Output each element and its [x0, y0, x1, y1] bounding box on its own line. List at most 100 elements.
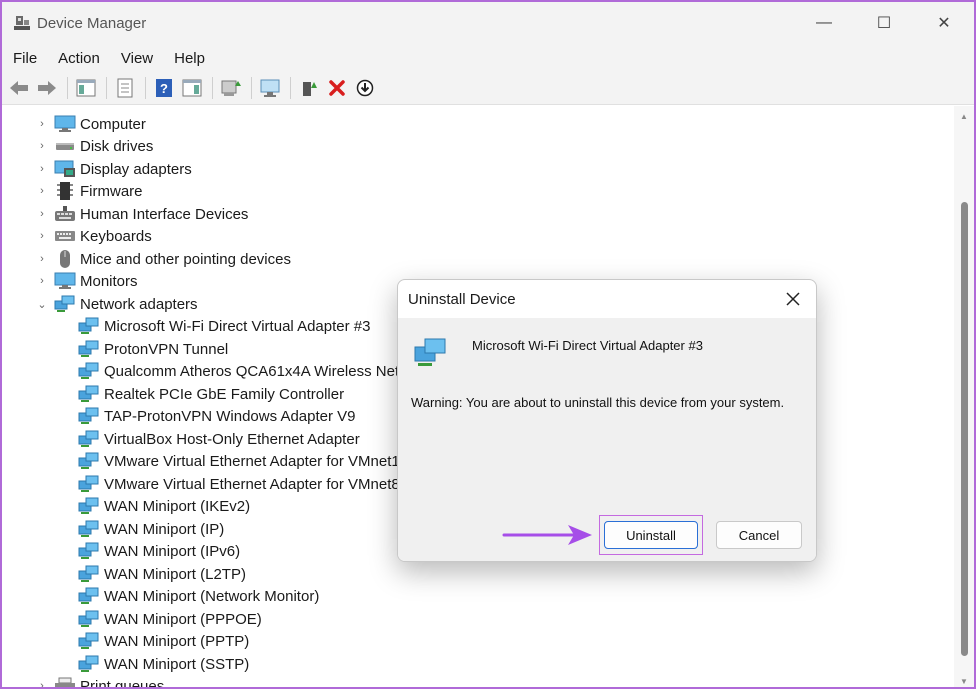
adapter-label: TAP-ProtonVPN Windows Adapter V9	[104, 407, 356, 425]
close-button[interactable]: ✕	[914, 2, 974, 44]
tree-item-keyboards[interactable]: › Keyboards	[2, 225, 152, 247]
chevron-right-icon[interactable]: ›	[36, 158, 48, 180]
help-button[interactable]: ?	[152, 76, 176, 100]
network-adapter-icon	[78, 474, 100, 494]
adapter-item[interactable]: WAN Miniport (PPTP)	[78, 630, 249, 652]
cancel-button[interactable]: Cancel	[716, 521, 802, 549]
chevron-right-icon[interactable]: ›	[36, 270, 48, 292]
menu-help[interactable]: Help	[174, 50, 205, 67]
vertical-scrollbar[interactable]: ▲ ▼	[954, 106, 974, 687]
network-adapter-icon	[78, 609, 100, 629]
adapter-label: VirtualBox Host-Only Ethernet Adapter	[104, 430, 360, 448]
tree-item-label: Keyboards	[80, 227, 152, 245]
adapter-item[interactable]: WAN Miniport (Network Monitor)	[78, 585, 319, 607]
adapter-item[interactable]: VMware Virtual Ethernet Adapter for VMne…	[78, 450, 400, 472]
adapter-label: VMware Virtual Ethernet Adapter for VMne…	[104, 452, 400, 470]
adapter-label: WAN Miniport (SSTP)	[104, 655, 250, 673]
scan-hardware-changes-button[interactable]	[258, 76, 282, 100]
tree-item-computer[interactable]: › Computer	[2, 113, 146, 135]
adapter-label: WAN Miniport (PPPOE)	[104, 610, 262, 628]
network-adapter-icon	[414, 338, 446, 366]
properties-icon	[117, 78, 133, 98]
adapter-item[interactable]: Realtek PCIe GbE Family Controller	[78, 383, 344, 405]
toolbar: ?	[2, 72, 974, 105]
chevron-right-icon[interactable]: ›	[36, 113, 48, 135]
uninstall-button[interactable]: Uninstall	[604, 521, 698, 549]
adapter-item[interactable]: Microsoft Wi-Fi Direct Virtual Adapter #…	[78, 315, 370, 337]
tree-item-label: Computer	[80, 115, 146, 133]
menu-view[interactable]: View	[121, 50, 153, 67]
adapter-label: WAN Miniport (PPTP)	[104, 632, 250, 650]
tree-item-label: Print queues	[80, 677, 165, 689]
tree-item-label: Disk drives	[80, 137, 154, 155]
tree-item-print-queues[interactable]: › Print queues	[2, 675, 165, 689]
forward-arrow-icon	[38, 81, 56, 95]
chevron-right-icon[interactable]: ›	[36, 203, 48, 225]
chevron-down-icon[interactable]: ⌄	[36, 293, 48, 315]
title-bar: Device Manager — ☐ ✕	[2, 2, 974, 44]
adapter-item[interactable]: WAN Miniport (IKEv2)	[78, 495, 250, 517]
adapter-item[interactable]: VMware Virtual Ethernet Adapter for VMne…	[78, 473, 400, 495]
disable-device-button[interactable]	[353, 76, 377, 100]
tree-item-network-adapters[interactable]: ⌄ Network adapters	[2, 293, 198, 315]
tree-item-label: Network adapters	[80, 295, 198, 313]
tree-item-human-interface-devices[interactable]: › Human Interface Devices	[2, 203, 248, 225]
adapter-item[interactable]: ProtonVPN Tunnel	[78, 338, 228, 360]
network-adapter-icon	[78, 429, 100, 449]
disk-drive-icon	[54, 136, 76, 156]
adapter-label: ProtonVPN Tunnel	[104, 340, 229, 358]
action-pane-button[interactable]	[180, 76, 204, 100]
adapter-item[interactable]: WAN Miniport (SSTP)	[78, 653, 249, 675]
adapter-item[interactable]: WAN Miniport (IPv6)	[78, 540, 240, 562]
maximize-button[interactable]: ☐	[854, 2, 914, 44]
adapter-item[interactable]: WAN Miniport (IP)	[78, 518, 224, 540]
tree-item-monitors[interactable]: › Monitors	[2, 270, 138, 292]
back-arrow-icon	[10, 81, 28, 95]
dialog-title: Uninstall Device	[408, 290, 516, 308]
help-icon: ?	[156, 79, 172, 97]
menu-bar: File Action View Help	[2, 44, 974, 72]
chevron-right-icon[interactable]: ›	[36, 248, 48, 270]
chevron-right-icon[interactable]: ›	[36, 675, 48, 687]
show-hide-console-tree-button[interactable]	[74, 76, 98, 100]
network-adapter-icon	[78, 586, 100, 606]
monitor-icon	[54, 271, 76, 291]
toolbar-separator	[106, 77, 107, 99]
tree-item-mice[interactable]: › Mice and other pointing devices	[2, 248, 291, 270]
console-tree-icon	[76, 79, 96, 97]
update-driver-button[interactable]	[219, 76, 243, 100]
network-adapter-icon	[78, 564, 100, 584]
adapter-item[interactable]: Qualcomm Atheros QCA61x4A Wireless Netwo	[78, 360, 418, 382]
tree-item-firmware[interactable]: › Firmware	[2, 180, 143, 202]
close-icon	[786, 292, 800, 306]
scroll-up-arrow-icon[interactable]: ▲	[954, 108, 974, 124]
minimize-button[interactable]: —	[794, 2, 854, 44]
tree-item-disk-drives[interactable]: › Disk drives	[2, 135, 153, 157]
network-adapter-icon	[54, 294, 76, 314]
dialog-close-button[interactable]	[778, 284, 808, 314]
adapter-label: VMware Virtual Ethernet Adapter for VMne…	[104, 475, 400, 493]
computer-icon	[54, 114, 76, 134]
add-driver-button[interactable]	[297, 76, 321, 100]
chevron-right-icon[interactable]: ›	[36, 135, 48, 157]
uninstall-device-button[interactable]	[325, 76, 349, 100]
forward-button[interactable]	[35, 76, 59, 100]
scroll-down-arrow-icon[interactable]: ▼	[954, 673, 974, 687]
adapter-item[interactable]: VirtualBox Host-Only Ethernet Adapter	[78, 428, 360, 450]
menu-file[interactable]: File	[13, 50, 37, 67]
adapter-label: Microsoft Wi-Fi Direct Virtual Adapter #…	[104, 317, 371, 335]
adapter-label: WAN Miniport (IPv6)	[104, 542, 241, 560]
back-button[interactable]	[7, 76, 31, 100]
adapter-label: Realtek PCIe GbE Family Controller	[104, 385, 345, 403]
adapter-item[interactable]: WAN Miniport (L2TP)	[78, 563, 246, 585]
tree-item-display-adapters[interactable]: › Display adapters	[2, 158, 192, 180]
adapter-item[interactable]: TAP-ProtonVPN Windows Adapter V9	[78, 405, 356, 427]
menu-action[interactable]: Action	[58, 50, 100, 67]
chevron-right-icon[interactable]: ›	[36, 225, 48, 247]
scrollbar-thumb[interactable]	[961, 202, 968, 656]
mouse-icon	[54, 249, 76, 269]
adapter-item[interactable]: WAN Miniport (PPPOE)	[78, 608, 262, 630]
properties-button[interactable]	[113, 76, 137, 100]
chevron-right-icon[interactable]: ›	[36, 180, 48, 202]
network-adapter-icon	[78, 654, 100, 674]
